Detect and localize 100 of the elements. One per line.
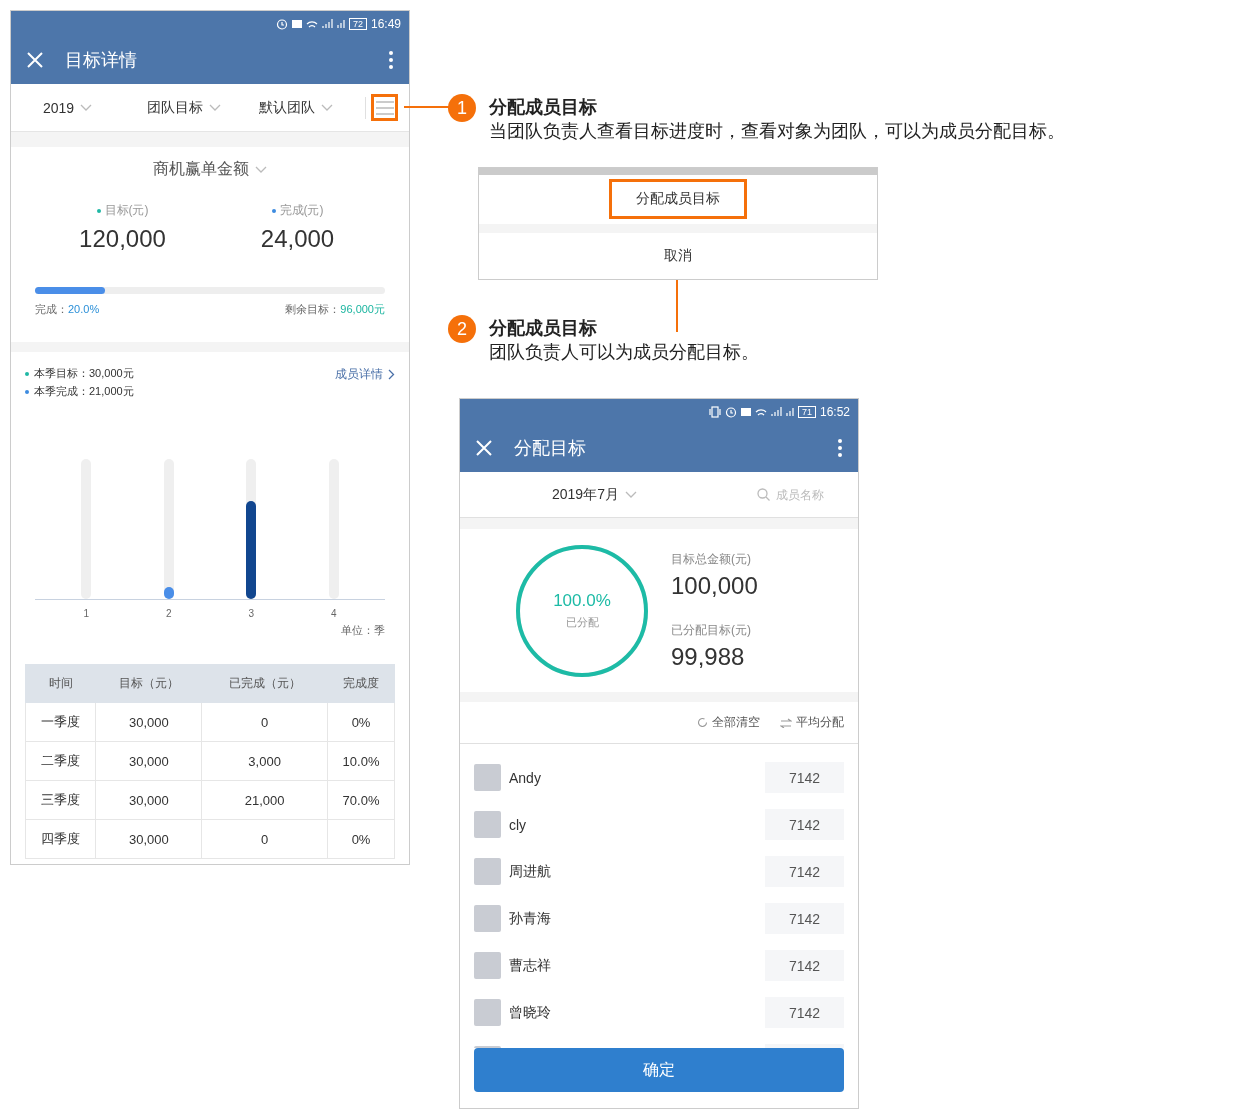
member-name: 曹志祥 xyxy=(509,956,552,975)
table-cell: 30,000 xyxy=(96,702,202,742)
vibrate-icon xyxy=(708,405,721,418)
alarm-icon xyxy=(275,17,288,30)
stat-value: 120,000 xyxy=(79,225,166,253)
filter-dropdown[interactable]: 2019 xyxy=(43,99,147,116)
legend-text: 本季完成：21,000元 xyxy=(34,384,134,399)
stat-label: 目标(元) xyxy=(104,202,149,219)
stat-label: 完成(元) xyxy=(279,202,324,219)
column-header: 目标（元） xyxy=(96,664,202,703)
signal-icon xyxy=(336,19,345,28)
amount-field[interactable]: 7142 xyxy=(765,856,844,887)
status-time: 16:49 xyxy=(370,16,401,31)
amount-field[interactable]: 7142 xyxy=(765,997,844,1028)
column-header: 完成度 xyxy=(327,664,395,703)
refresh-icon xyxy=(697,717,708,728)
battery-level: 72 xyxy=(348,17,367,30)
month-dropdown[interactable]: 2019年7月 xyxy=(552,485,637,504)
signal-icon xyxy=(770,407,782,416)
ring-caption: 已分配 xyxy=(565,615,599,630)
metric-dropdown[interactable]: 商机赢单金额 xyxy=(153,159,267,180)
amount-field[interactable]: 7142 xyxy=(765,950,844,981)
table-cell: 3,000 xyxy=(201,741,328,781)
axis-label: 1 xyxy=(82,608,91,619)
total-value: 100,000 xyxy=(671,571,758,600)
table-cell: 10.0% xyxy=(327,741,395,781)
avatar-photo-placeholder xyxy=(474,999,501,1026)
chevron-right-icon xyxy=(388,369,395,380)
avatar-photo-placeholder xyxy=(474,764,501,791)
allocated-label: 已分配目标(元) xyxy=(671,621,752,639)
table-cell: 30,000 xyxy=(96,780,202,820)
confirm-button[interactable]: 确定 xyxy=(474,1048,844,1092)
chevron-down-icon xyxy=(255,166,267,173)
leader-line xyxy=(404,106,450,108)
annotation-title: 分配成员目标 xyxy=(489,96,598,119)
annotation-title: 分配成员目标 xyxy=(489,317,598,340)
screen-title: 分配目标 xyxy=(514,437,587,460)
clear-all-button[interactable]: 全部清空 xyxy=(697,714,760,731)
table-cell: 21,000 xyxy=(201,780,328,820)
action-sheet-item[interactable]: 分配成员目标 xyxy=(609,179,747,220)
axis-label: 2 xyxy=(164,608,173,619)
wifi-icon xyxy=(305,19,318,28)
wifi-icon xyxy=(754,407,767,416)
member-name: 周进航 xyxy=(509,862,552,881)
chevron-down-icon xyxy=(209,104,221,111)
table-cell: 二季度 xyxy=(25,741,96,781)
amount-field[interactable]: 7142 xyxy=(765,809,844,840)
table-cell: 30,000 xyxy=(96,819,202,859)
member-name: 孙青海 xyxy=(509,909,552,928)
distribute-evenly-button[interactable]: 平均分配 xyxy=(780,714,844,731)
unit-label: 单位：季 xyxy=(341,623,385,638)
hd-icon xyxy=(740,407,751,416)
step-number-badge: 1 xyxy=(448,94,476,122)
battery-level: 71 xyxy=(797,405,816,418)
filter-dropdown[interactable]: 团队目标 xyxy=(147,98,259,117)
alarm-icon xyxy=(724,405,737,418)
avatar-photo-placeholder xyxy=(474,952,501,979)
amount-field[interactable]: 7142 xyxy=(765,903,844,934)
amount-field[interactable]: 7142 xyxy=(765,762,844,793)
annotation-text: 当团队负责人查看目标进度时，查看对象为团队，可以为成员分配目标。 xyxy=(489,120,1065,142)
table-cell: 0% xyxy=(327,702,395,742)
stat-value: 24,000 xyxy=(260,225,335,253)
close-icon[interactable] xyxy=(476,440,492,456)
legend-text: 本季目标：30,000元 xyxy=(34,366,134,381)
remaining-target-text: 剩余目标：96,000元 xyxy=(285,302,385,317)
member-details-link[interactable]: 成员详情 xyxy=(335,366,395,383)
more-options-icon[interactable] xyxy=(838,439,842,457)
axis-label: 4 xyxy=(329,608,338,619)
chevron-down-icon xyxy=(321,104,333,111)
table-cell: 一季度 xyxy=(25,702,96,742)
bar-fill[interactable] xyxy=(246,501,257,599)
close-icon[interactable] xyxy=(27,52,43,68)
total-label: 目标总金额(元) xyxy=(671,550,752,568)
more-options-icon[interactable] xyxy=(389,51,393,69)
chevron-down-icon xyxy=(624,491,637,498)
hd-icon xyxy=(291,19,302,28)
table-cell: 三季度 xyxy=(25,780,96,820)
ring-percent: 100.0% xyxy=(553,591,611,611)
table-cell: 70.0% xyxy=(327,780,395,820)
axis-label: 3 xyxy=(247,608,256,619)
avatar-photo-placeholder xyxy=(474,858,501,885)
allocated-value: 99,988 xyxy=(671,642,746,671)
annotation-text: 团队负责人可以为成员分配目标。 xyxy=(489,341,759,363)
table-cell: 0% xyxy=(327,819,395,859)
table-cell: 0 xyxy=(201,702,328,742)
signal-icon xyxy=(321,19,333,28)
menu-button[interactable] xyxy=(371,94,398,121)
chevron-down-icon xyxy=(80,104,93,111)
progress-done-text: 完成：20.0% xyxy=(35,302,100,317)
swap-icon xyxy=(780,717,792,728)
signal-icon xyxy=(785,407,794,416)
member-name: 曾晓玲 xyxy=(509,1003,552,1022)
column-header: 已完成（元） xyxy=(201,664,328,703)
table-cell: 四季度 xyxy=(25,819,96,859)
member-name: cly xyxy=(509,816,528,833)
member-name: Andy xyxy=(509,769,542,786)
action-sheet-item[interactable]: 取消 xyxy=(609,236,747,277)
status-time: 16:52 xyxy=(819,404,850,419)
screen-title: 目标详情 xyxy=(65,49,138,72)
avatar-photo-placeholder xyxy=(474,905,501,932)
